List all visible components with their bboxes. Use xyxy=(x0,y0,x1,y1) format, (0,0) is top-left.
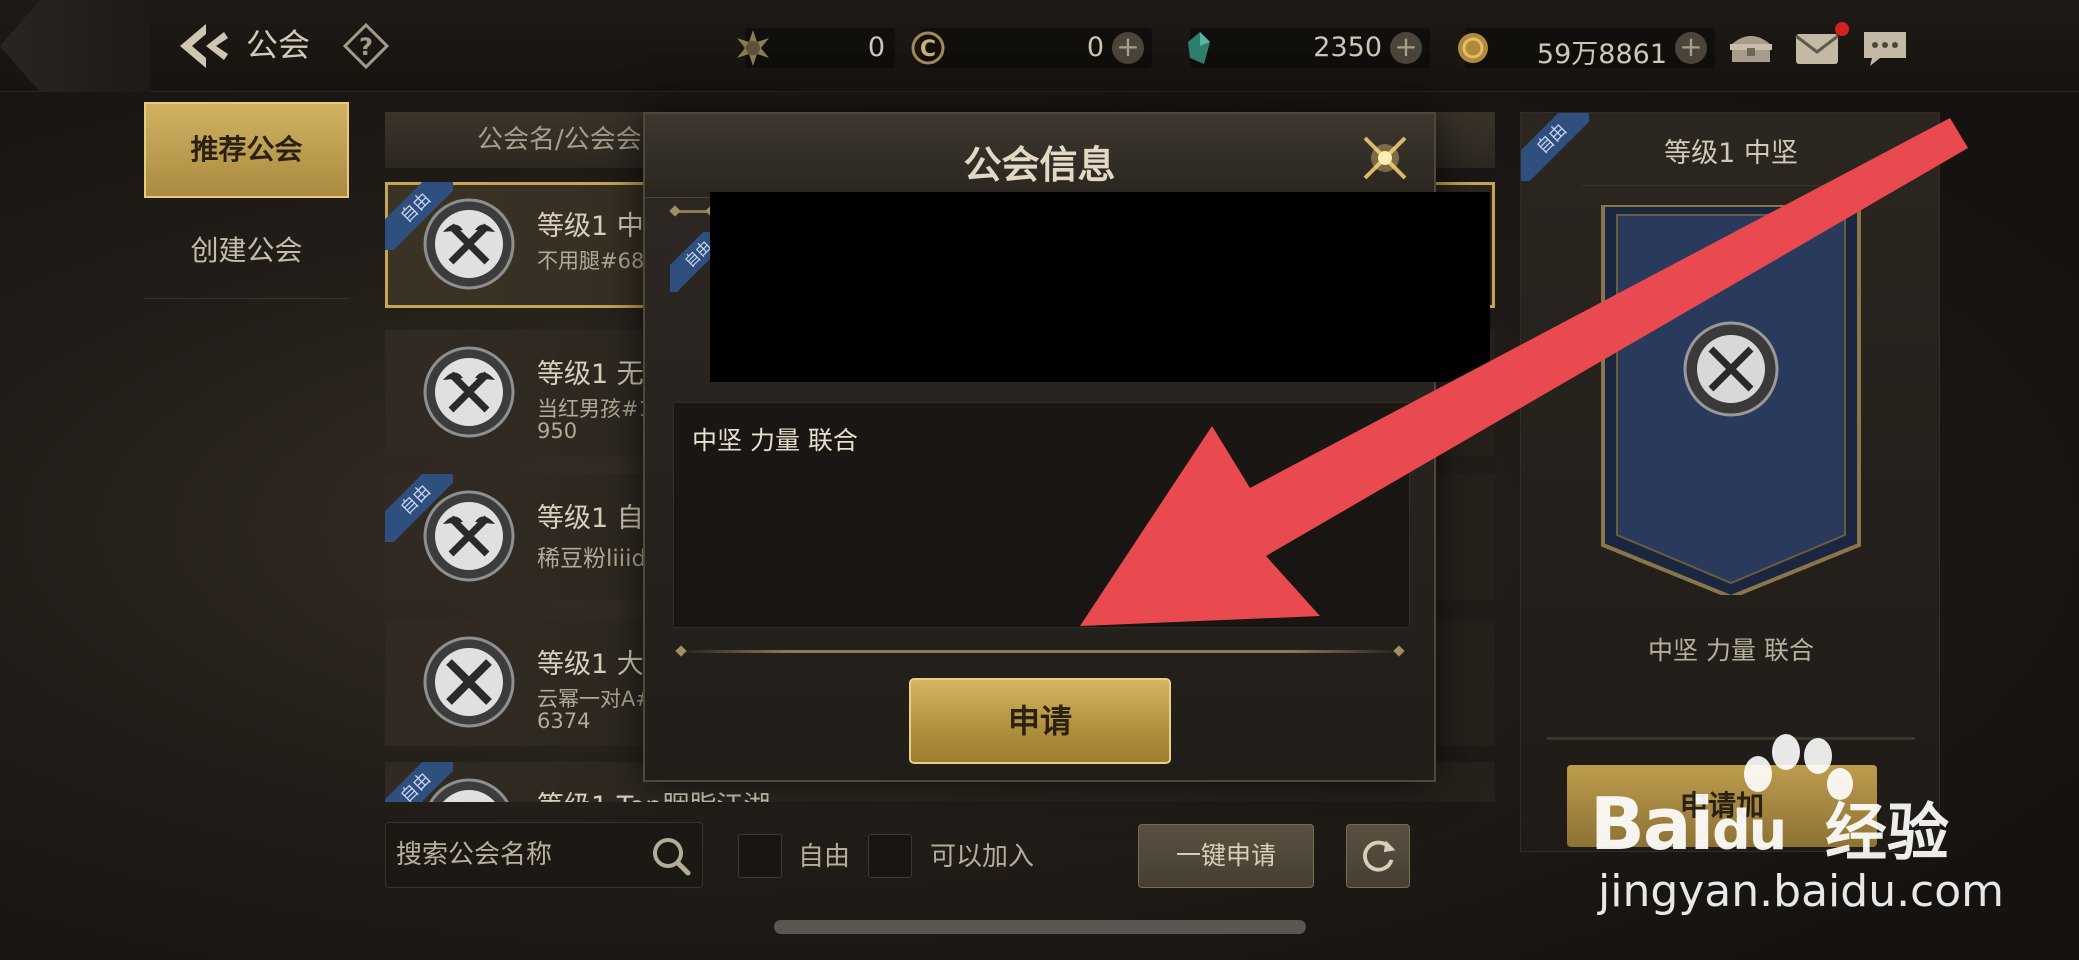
add-resource-button[interactable]: + xyxy=(1390,32,1422,64)
filter-free-label: 自由 xyxy=(798,842,851,872)
chat-icon[interactable] xyxy=(1860,26,1910,70)
guild-info-modal: 公会信息 自由 中坚 力量 联合 申请 xyxy=(643,112,1490,782)
guild-description-box: 中坚 力量 联合 xyxy=(673,402,1410,628)
apply-button[interactable]: 申请 xyxy=(909,678,1171,764)
svg-text:C: C xyxy=(920,37,936,62)
filter-free-checkbox[interactable] xyxy=(738,834,782,878)
guild-name: 等级1 Top胭脂江湖 xyxy=(537,784,770,802)
guild-emblem-icon xyxy=(423,636,515,728)
gold-coin-icon xyxy=(1458,33,1488,63)
compass-medal-icon xyxy=(737,30,769,66)
resource-crystal: 2350 + xyxy=(1188,28,1430,68)
filter-joinable-checkbox[interactable] xyxy=(868,834,912,878)
filter-joinable-label: 可以加入 xyxy=(930,842,1035,872)
tab-create-guild[interactable]: 创建公会 xyxy=(144,203,349,299)
guild-leader: 云幂一对A# 6374 xyxy=(537,687,653,733)
home-indicator[interactable] xyxy=(774,920,1306,934)
watermark-brand: Baidu xyxy=(1590,782,1787,866)
watermark-jingyan: 经验 xyxy=(1825,796,1950,869)
resource-value: 0 xyxy=(1086,32,1104,63)
notification-dot xyxy=(1835,22,1849,36)
add-resource-button[interactable]: + xyxy=(1675,32,1707,64)
decor-line xyxy=(673,210,713,213)
guild-banner-icon xyxy=(1601,205,1861,595)
top-bar: 公会 ? 0 C 0 + 2350 + 59万8861 + xyxy=(0,0,2079,92)
modal-header: 公会信息 xyxy=(645,114,1434,198)
mail-icon[interactable] xyxy=(1792,26,1842,70)
guild-emblem-icon xyxy=(423,346,515,438)
panel-guild-motto: 中坚 力量 联合 xyxy=(1648,636,1814,665)
guild-leader: 稀豆粉liiid xyxy=(537,546,647,572)
resource-gold: 59万8861 + xyxy=(1458,28,1715,70)
resource-value: 0 xyxy=(867,32,885,63)
add-resource-button[interactable]: + xyxy=(1112,32,1144,64)
c-coin-icon: C xyxy=(911,31,945,65)
guild-search-box xyxy=(385,822,703,888)
modal-title: 公会信息 xyxy=(963,143,1116,187)
refresh-icon xyxy=(1363,840,1396,872)
panel-guild-title: 等级1 中坚 xyxy=(1664,138,1798,169)
watermark-url: jingyan.baidu.com xyxy=(1598,866,2005,917)
guild-description: 中坚 力量 联合 xyxy=(692,426,858,455)
resource-value: 59万8861 xyxy=(1536,39,1667,70)
chest-icon[interactable] xyxy=(1726,26,1776,70)
guild-emblem-icon xyxy=(429,778,509,802)
guild-emblem-icon xyxy=(423,490,515,582)
guild-leader: 不用腿#682 xyxy=(537,249,658,273)
refresh-button[interactable] xyxy=(1346,824,1410,888)
resource-c-coin: C 0 + xyxy=(911,28,1152,68)
page-title: 公会 xyxy=(246,26,311,64)
resource-value: 2350 xyxy=(1313,32,1382,63)
svg-text:?: ? xyxy=(359,33,373,61)
tab-recommended-guilds[interactable]: 推荐公会 xyxy=(144,102,349,198)
green-crystal-icon xyxy=(1188,32,1210,64)
back-arrow-icon[interactable] xyxy=(176,20,232,72)
one-click-apply-button[interactable]: 一键申请 xyxy=(1138,824,1314,888)
back-tab-shape xyxy=(0,0,150,92)
close-icon[interactable] xyxy=(1353,126,1417,190)
help-icon[interactable]: ? xyxy=(342,22,390,70)
redacted-guild-info xyxy=(710,192,1490,382)
guild-emblem-icon xyxy=(423,198,515,290)
decor-line xyxy=(679,650,1401,653)
title-divider xyxy=(1581,185,1881,186)
resource-medal: 0 xyxy=(737,28,895,68)
search-icon[interactable] xyxy=(648,833,694,879)
guild-search-input[interactable] xyxy=(396,833,636,877)
